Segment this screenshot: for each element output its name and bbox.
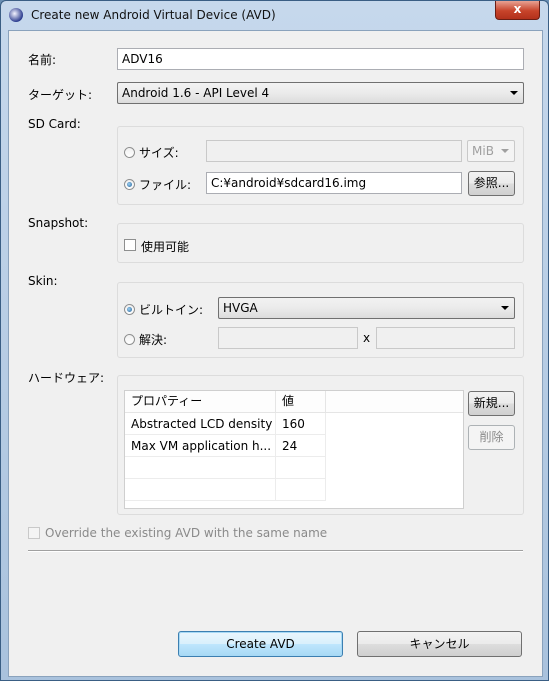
table-cell-property[interactable]: Abstracted LCD density <box>125 413 276 435</box>
sdcard-unit-select[interactable]: MiB <box>467 140 515 162</box>
skin-x-label: x <box>363 331 371 345</box>
chevron-down-icon <box>501 149 509 153</box>
table-cell-value[interactable]: 24 <box>276 435 326 457</box>
create-avd-button[interactable]: Create AVD <box>178 631 343 657</box>
window-title: Create new Android Virtual Device (AVD) <box>31 8 276 22</box>
snapshot-label: Snapshot: <box>28 216 89 230</box>
dialog-window: Create new Android Virtual Device (AVD) … <box>0 0 549 681</box>
sdcard-size-input[interactable] <box>206 140 462 162</box>
skin-resolution-label: 解決: <box>139 333 168 347</box>
column-header-value[interactable]: 値 <box>276 391 326 412</box>
skin-builtin-label: ビルトイン: <box>139 303 204 317</box>
sdcard-file-input[interactable]: C:¥android¥sdcard16.img <box>206 172 462 194</box>
name-input[interactable]: ADV16 <box>117 48 524 70</box>
skin-builtin-value: HVGA <box>223 301 258 315</box>
table-cell-empty <box>125 479 276 501</box>
override-checkbox[interactable] <box>28 527 40 539</box>
cancel-button[interactable]: キャンセル <box>357 631 522 657</box>
new-property-button[interactable]: 新規... <box>468 391 515 416</box>
dialog-body: 名前: ADV16 ターゲット: Android 1.6 - API Level… <box>8 30 543 677</box>
sdcard-file-radio[interactable] <box>124 179 135 190</box>
skin-width-input[interactable] <box>218 327 358 349</box>
table-cell-empty <box>125 457 276 479</box>
separator <box>28 550 523 552</box>
target-select[interactable]: Android 1.6 - API Level 4 <box>117 82 524 104</box>
skin-builtin-select[interactable]: HVGA <box>218 297 515 319</box>
browse-button[interactable]: 参照... <box>468 171 515 196</box>
table-cell-empty <box>276 479 326 501</box>
snapshot-enabled-label: 使用可能 <box>141 240 190 254</box>
table-cell-property[interactable]: Max VM application h... <box>125 435 276 457</box>
skin-resolution-radio[interactable] <box>124 334 135 345</box>
sdcard-size-radio[interactable] <box>124 147 135 158</box>
table-cell-empty <box>276 457 326 479</box>
sdcard-size-label: サイズ: <box>139 146 179 160</box>
target-label: ターゲット: <box>28 88 93 102</box>
chevron-down-icon <box>510 91 518 95</box>
sdcard-unit-value: MiB <box>472 144 494 158</box>
skin-builtin-radio[interactable] <box>124 304 135 315</box>
close-button[interactable]: x <box>495 1 540 20</box>
skin-label: Skin: <box>28 274 58 288</box>
chevron-down-icon <box>501 306 509 310</box>
sdcard-label: SD Card: <box>28 117 81 131</box>
override-label: Override the existing AVD with the same … <box>45 526 328 540</box>
eclipse-icon <box>9 8 23 22</box>
column-header-property[interactable]: プロパティー <box>125 391 276 412</box>
skin-height-input[interactable] <box>376 327 515 349</box>
sdcard-file-label: ファイル: <box>139 178 192 192</box>
name-label: 名前: <box>28 53 57 67</box>
hardware-table[interactable]: プロパティー 値 Abstracted LCD density 160 Max … <box>124 390 464 509</box>
title-bar[interactable]: Create new Android Virtual Device (AVD) … <box>1 1 548 29</box>
target-select-value: Android 1.6 - API Level 4 <box>122 86 270 100</box>
snapshot-checkbox[interactable] <box>124 239 136 251</box>
hardware-table-header: プロパティー 値 <box>125 391 463 413</box>
delete-property-button[interactable]: 削除 <box>468 425 515 450</box>
table-cell-value[interactable]: 160 <box>276 413 326 435</box>
hardware-label: ハードウェア: <box>28 371 105 385</box>
